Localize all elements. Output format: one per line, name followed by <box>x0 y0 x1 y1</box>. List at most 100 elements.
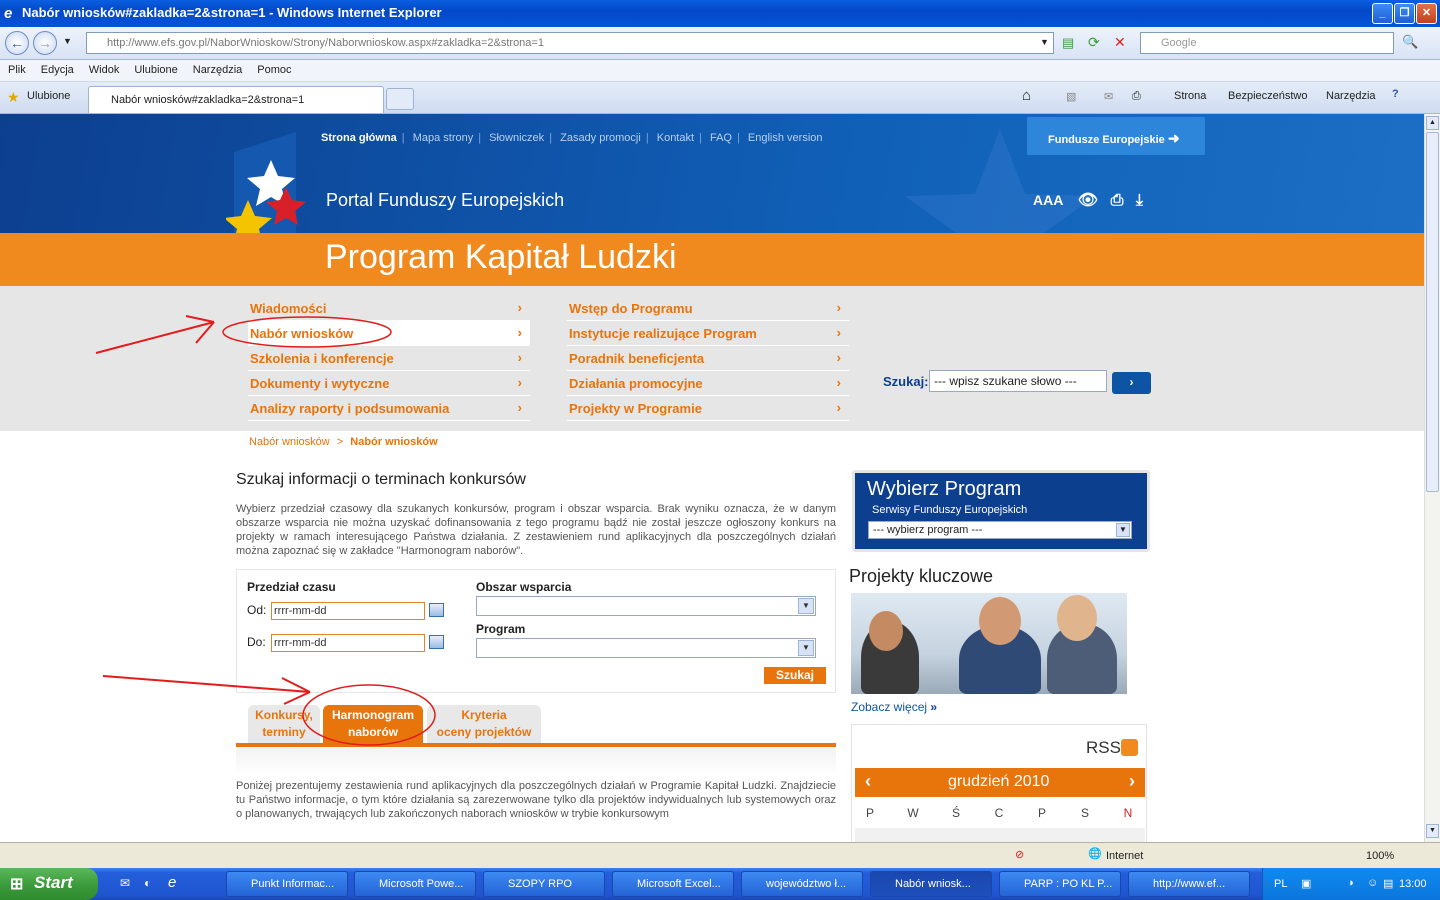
scroll-down-button[interactable]: ▼ <box>1426 824 1439 838</box>
program-select[interactable]: ▼ <box>476 638 816 658</box>
page-menu[interactable]: Strona <box>1174 90 1206 102</box>
link-glossary[interactable]: Słowniczek <box>489 132 544 144</box>
link-english[interactable]: English version <box>748 132 823 144</box>
link-faq[interactable]: FAQ <box>710 132 732 144</box>
calendar-icon[interactable] <box>429 635 444 649</box>
nav-analizy[interactable]: Analizy raporty i podsumowania › <box>248 396 530 421</box>
nav-nabor-wnioskow[interactable]: Nabór wniosków › <box>248 321 530 346</box>
tools-menu[interactable]: Narzędzia <box>1326 90 1376 102</box>
address-dropdown-icon[interactable]: ▼ <box>1040 37 1049 47</box>
date-to-input[interactable]: rrrr-mm-dd <box>271 634 425 652</box>
contrast-eye-icon[interactable]: 👁 <box>1078 192 1098 209</box>
fundusze-europejskie-button[interactable]: Fundusze Europejskie ➜ <box>1027 117 1205 155</box>
quicklaunch-ie-icon[interactable]: e <box>168 874 176 891</box>
compat-icon[interactable]: ▤ <box>1062 35 1074 51</box>
web-search-input[interactable]: Google <box>1140 32 1394 54</box>
history-dropdown-icon[interactable]: ▼ <box>63 36 72 46</box>
to-label: Do: <box>247 635 266 649</box>
task-szopy-rpo[interactable]: SZOPY RPO <box>483 871 605 897</box>
tab-konkursy[interactable]: Konkursy, terminy <box>248 705 320 743</box>
maximize-button[interactable]: ❐ <box>1394 3 1415 24</box>
next-month-button[interactable]: › <box>1129 771 1135 792</box>
task-nabor-wnioskow[interactable]: Nabór wniosk... <box>870 871 992 897</box>
mail-icon[interactable]: ✉ <box>1104 90 1113 103</box>
person-figure <box>979 597 1021 645</box>
site-search-input[interactable]: --- wpisz szukane słowo --- <box>929 370 1107 392</box>
prev-month-button[interactable]: ‹ <box>865 771 871 792</box>
quicklaunch-icon[interactable]: ✉ <box>120 876 130 890</box>
address-bar[interactable]: http://www.efs.gov.pl/NaborWnioskow/Stro… <box>86 32 1054 54</box>
nav-dzialania[interactable]: Działania promocyjne › <box>567 371 849 396</box>
nav-wiadomosci[interactable]: Wiadomości › <box>248 296 530 321</box>
refresh-icon[interactable]: ⟳ <box>1088 34 1100 51</box>
menu-view[interactable]: Widok <box>81 60 127 76</box>
nav-dokumenty[interactable]: Dokumenty i wytyczne › <box>248 371 530 396</box>
choose-program-select[interactable]: --- wybierz program --- ▼ <box>868 521 1132 539</box>
search-icon[interactable]: 🔍 <box>1402 34 1418 50</box>
tray-icon[interactable]: ☺ <box>1367 877 1378 889</box>
print-icon[interactable]: ⎙ <box>1132 90 1141 103</box>
nav-szkolenia[interactable]: Szkolenia i konferencje › <box>248 346 530 371</box>
zoom-label[interactable]: 100% <box>1366 850 1394 862</box>
print-page-icon[interactable]: ⎙ <box>1111 192 1124 209</box>
task-efs-url[interactable]: http://www.ef... <box>1128 871 1250 897</box>
tray-icon[interactable]: ▣ <box>1301 877 1311 890</box>
menu-help[interactable]: Pomoc <box>249 60 298 76</box>
start-button[interactable]: ⊞ Start <box>0 868 98 900</box>
see-more-link[interactable]: Zobacz więcej » <box>851 700 937 714</box>
nav-instytucje[interactable]: Instytucje realizujące Program › <box>567 321 849 346</box>
download-icon[interactable]: ⤓ <box>1136 192 1143 209</box>
scroll-thumb[interactable] <box>1426 132 1439 492</box>
link-sitemap[interactable]: Mapa strony <box>413 132 474 144</box>
minimize-button[interactable]: _ <box>1372 3 1393 24</box>
scroll-up-button[interactable]: ▲ <box>1426 116 1439 130</box>
new-tab-button[interactable] <box>386 88 414 110</box>
menu-favorites[interactable]: Ulubione <box>126 60 184 76</box>
language-indicator[interactable]: PL <box>1274 878 1287 890</box>
nav-poradnik[interactable]: Poradnik beneficjenta › <box>567 346 849 371</box>
area-select[interactable]: ▼ <box>476 596 816 616</box>
favorites-star-icon[interactable]: ★ <box>7 89 20 106</box>
link-contact[interactable]: Kontakt <box>657 132 694 144</box>
text-size-icon[interactable]: AAA <box>1033 192 1063 208</box>
rss-icon[interactable] <box>1121 739 1138 756</box>
calendar-icon[interactable] <box>429 603 444 617</box>
help-icon[interactable]: ? <box>1392 88 1399 100</box>
feeds-icon[interactable]: ▧ <box>1066 90 1076 103</box>
tab-harmonogram[interactable]: Harmonogram naborów <box>323 705 423 743</box>
task-punkt-informacyjny[interactable]: Punkt Informac... <box>226 871 348 897</box>
calendar-grid <box>855 828 1145 842</box>
link-promotion[interactable]: Zasady promocji <box>560 132 641 144</box>
search-submit-button[interactable]: Szukaj <box>764 667 826 684</box>
key-projects-photo[interactable] <box>851 593 1127 694</box>
forward-button[interactable]: → <box>33 31 57 55</box>
vertical-scrollbar[interactable]: ▲ ▼ <box>1424 114 1440 842</box>
browser-tab-active[interactable]: Nabór wniosków#zakladka=2&strona=1 <box>88 86 384 113</box>
home-icon[interactable]: ⌂ <box>1022 87 1031 104</box>
menu-tools[interactable]: Narzędzia <box>185 60 250 76</box>
close-button[interactable]: ✕ <box>1416 3 1437 24</box>
nav-wstep[interactable]: Wstęp do Programu › <box>567 296 849 321</box>
security-menu[interactable]: Bezpieczeństwo <box>1228 90 1308 102</box>
clock[interactable]: 13:00 <box>1399 878 1427 890</box>
menu-edit[interactable]: Edycja <box>33 60 81 76</box>
tray-icon[interactable]: ▤ <box>1383 877 1393 890</box>
task-parp[interactable]: PARP : PO KL P... <box>999 871 1121 897</box>
menu-file[interactable]: Plik <box>0 60 33 76</box>
date-from-input[interactable]: rrrr-mm-dd <box>271 602 425 620</box>
rss-label[interactable]: RSS <box>1086 738 1121 758</box>
breadcrumb-link[interactable]: Nabór wniosków <box>249 436 330 448</box>
quicklaunch-icon[interactable]: ◐ <box>144 876 151 890</box>
site-search-button[interactable]: › <box>1112 372 1151 394</box>
favorites-button[interactable]: Ulubione <box>27 90 70 102</box>
back-button[interactable]: ← <box>5 31 29 55</box>
stop-icon[interactable]: ✕ <box>1114 34 1126 51</box>
task-excel[interactable]: Microsoft Excel... <box>612 871 734 897</box>
tab-kryteria[interactable]: Kryteria oceny projektów <box>427 705 541 743</box>
window-title: Nabór wniosków#zakladka=2&strona=1 - Win… <box>22 5 442 20</box>
task-powerpoint[interactable]: Microsoft Powe... <box>354 871 476 897</box>
nav-projekty[interactable]: Projekty w Programie › <box>567 396 849 421</box>
link-home[interactable]: Strona główna <box>321 132 397 144</box>
task-wojewodztwo[interactable]: województwo ł... <box>741 871 863 897</box>
tray-icon[interactable]: ◑ <box>1347 877 1354 889</box>
